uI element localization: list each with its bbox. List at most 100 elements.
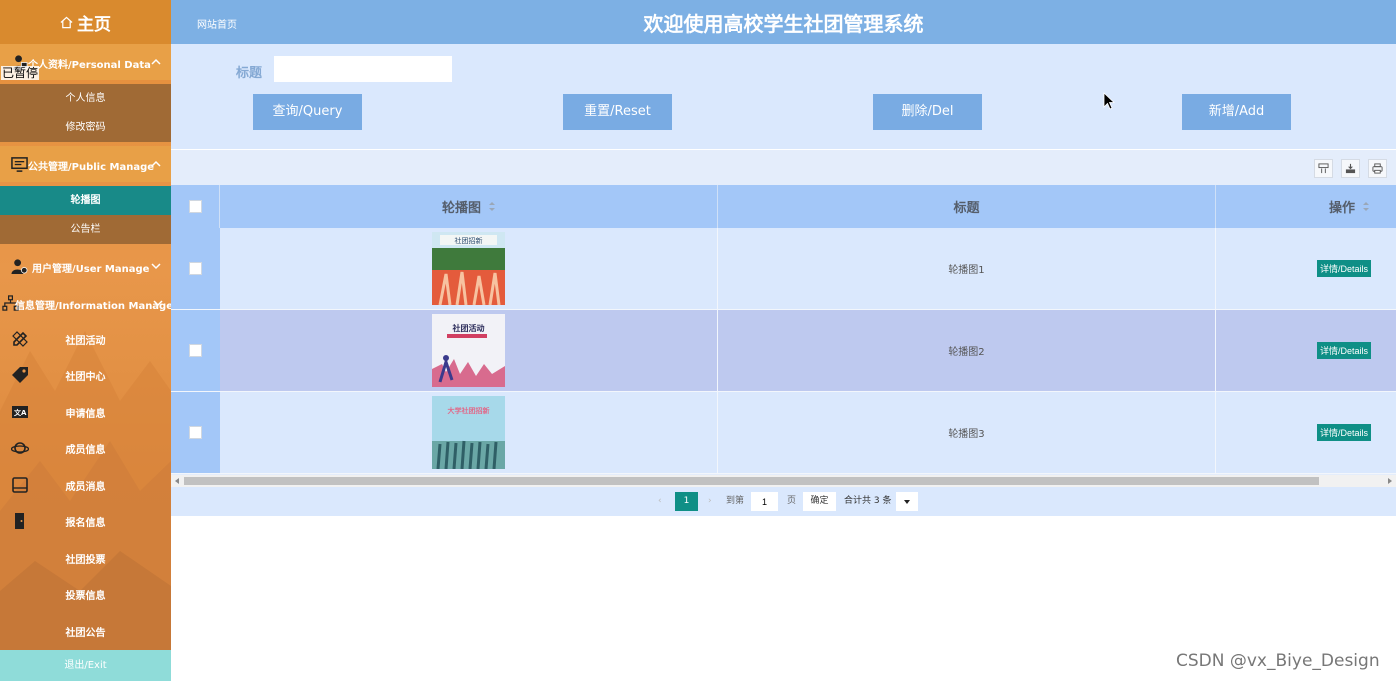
carousel-image-caption: 大学社团招新 (448, 406, 490, 415)
title-cell: 轮播图2 (718, 310, 1216, 391)
scroll-right-arrow[interactable] (1388, 478, 1392, 484)
sidebar-item-club-activity[interactable]: 社团活动 (0, 321, 171, 357)
sidebar-item-vote-info[interactable]: 投票信息 (0, 576, 171, 612)
select-all-cell (171, 185, 220, 228)
title-search-input[interactable] (274, 56, 452, 82)
goto-label: 到第 (726, 496, 745, 506)
goto-page-input[interactable] (751, 492, 778, 511)
details-button[interactable]: 详情/Details (1316, 342, 1371, 359)
row-select-cell (171, 228, 220, 309)
search-panel: 标题 查询/Query 重置/Reset 删除/Del 新增/Add (171, 44, 1396, 150)
sidebar-group-user-manage[interactable]: 用户管理/User Manage (0, 248, 171, 284)
row-checkbox[interactable] (189, 344, 202, 357)
sidebar-group-public-manage[interactable]: 公共管理/Public Manage (0, 146, 171, 182)
sidebar-item-member-info[interactable]: 成员信息 (0, 430, 171, 466)
chevron-up-icon (151, 160, 161, 167)
columns-icon[interactable] (1314, 159, 1333, 178)
sidebar-item-label: 社团中心 (65, 372, 106, 383)
sort-icon[interactable] (489, 202, 495, 211)
sidebar-item-club-center[interactable]: 社团中心 (0, 357, 171, 393)
page-title: 欢迎使用高校学生社团管理系统 (643, 12, 924, 36)
page-size-select[interactable] (896, 492, 918, 511)
sidebar-item-label: 成员消息 (65, 482, 106, 493)
home-icon (60, 16, 73, 28)
total-count-text: 合计共 3 条 (844, 496, 892, 506)
print-icon[interactable] (1368, 159, 1387, 178)
pagination: ‹ 1 › 到第 页 确定 合计共 3 条 (171, 487, 1396, 516)
table-header: 轮播图 标题 操作 (171, 185, 1396, 228)
image-cell: 大学社团招新 (220, 392, 718, 473)
sidebar-item-club-vote[interactable]: 社团投票 (0, 540, 171, 576)
sidebar-item-label: 投票信息 (65, 591, 106, 602)
image-cell: 社团招新 (220, 228, 718, 309)
group-label: 公共管理/Public Manage (28, 162, 155, 173)
sidebar-item-registration-info[interactable]: 报名信息 (0, 503, 171, 539)
chevron-up-icon (151, 58, 161, 65)
carousel-image-caption: 社团招新 (455, 236, 483, 245)
header-bar: 网站首页 欢迎使用高校学生社团管理系统 (171, 0, 1396, 44)
scroll-left-arrow[interactable] (175, 478, 179, 484)
exit-button[interactable]: 退出/Exit (0, 650, 171, 681)
details-button[interactable]: 详情/Details (1316, 424, 1371, 441)
carousel-image-2[interactable]: 社团活动 (432, 314, 505, 387)
sidebar-item-change-password[interactable]: 修改密码 (0, 113, 171, 142)
title-cell: 轮播图3 (718, 392, 1216, 473)
query-button[interactable]: 查询/Query (253, 94, 362, 130)
title-filter-label: 标题 (236, 66, 263, 81)
actions-cell: 详情/Details (1216, 310, 1396, 391)
column-header-label: 轮播图 (441, 201, 481, 216)
next-page-icon[interactable]: › (708, 492, 712, 511)
table-row: 社团招新 轮播图1 详情/Details (171, 228, 1396, 310)
watermark: CSDN @vx_Biye_Design (1176, 651, 1380, 671)
sidebar-item-club-notice[interactable]: 社团公告 (0, 613, 171, 649)
scrollbar-thumb[interactable] (184, 477, 1319, 485)
sidebar-item-label: 社团公告 (65, 628, 106, 639)
paused-overlay-label: 已暂停 (1, 66, 40, 80)
carousel-image-3[interactable]: 大学社团招新 (432, 396, 505, 469)
current-page-button[interactable]: 1 (675, 492, 698, 511)
goto-confirm-button[interactable]: 确定 (803, 492, 836, 511)
sidebar-home[interactable]: 主页 (0, 0, 171, 44)
sidebar-item-label: 成员信息 (65, 445, 106, 456)
row-checkbox[interactable] (189, 262, 202, 275)
home-label: 主页 (77, 14, 111, 35)
app-window: 主页 个人资料/Personal Data 已暂停 个人信息 修改密码 公共管理… (0, 0, 1396, 681)
sidebar-item-personal-info[interactable]: 个人信息 (0, 84, 171, 113)
group-label: 信息管理/Information Manage (15, 301, 171, 312)
monitor-icon (11, 157, 28, 172)
sidebar: 主页 个人资料/Personal Data 已暂停 个人信息 修改密码 公共管理… (0, 0, 171, 681)
sidebar-item-application-info[interactable]: 文A 申请信息 (0, 394, 171, 430)
carousel-image-1[interactable]: 社团招新 (432, 232, 505, 305)
sidebar-group-information-manage[interactable]: 信息管理/Information Manage (0, 285, 171, 321)
chevron-down-icon (153, 300, 163, 307)
add-button[interactable]: 新增/Add (1182, 94, 1291, 130)
group-label: 用户管理/User Manage (32, 264, 150, 275)
delete-button[interactable]: 删除/Del (873, 94, 982, 130)
column-header-title: 标题 (718, 185, 1216, 228)
sidebar-item-carousel[interactable]: 轮播图 (0, 186, 171, 215)
column-header-image[interactable]: 轮播图 (220, 185, 718, 228)
sidebar-item-member-message[interactable]: 成员消息 (0, 467, 171, 503)
column-header-actions[interactable]: 操作 (1216, 185, 1396, 228)
sidebar-item-label: 申请信息 (65, 409, 106, 420)
prev-page-icon[interactable]: ‹ (658, 492, 662, 511)
actions-cell: 详情/Details (1216, 392, 1396, 473)
reset-button[interactable]: 重置/Reset (563, 94, 672, 130)
row-select-cell (171, 310, 220, 391)
select-all-checkbox[interactable] (188, 200, 202, 213)
table-row: 社团活动 轮播图2 详情/Details (171, 310, 1396, 392)
group-label: 个人资料/Personal Data (28, 60, 151, 71)
export-icon[interactable] (1341, 159, 1360, 178)
column-header-label: 标题 (953, 201, 980, 216)
sort-icon[interactable] (1363, 202, 1369, 211)
user-gear-icon (11, 259, 28, 275)
sidebar-item-label: 社团活动 (65, 336, 106, 347)
details-button[interactable]: 详情/Details (1316, 260, 1371, 277)
row-checkbox[interactable] (189, 426, 202, 439)
page-unit-label: 页 (787, 496, 797, 506)
table-row: 大学社团招新 轮播图3 详情/Details (171, 392, 1396, 474)
mouse-cursor-icon (1103, 92, 1115, 110)
sidebar-item-bulletin[interactable]: 公告栏 (0, 215, 171, 244)
sidebar-item-label: 报名信息 (65, 518, 106, 529)
horizontal-scrollbar[interactable] (171, 475, 1396, 487)
